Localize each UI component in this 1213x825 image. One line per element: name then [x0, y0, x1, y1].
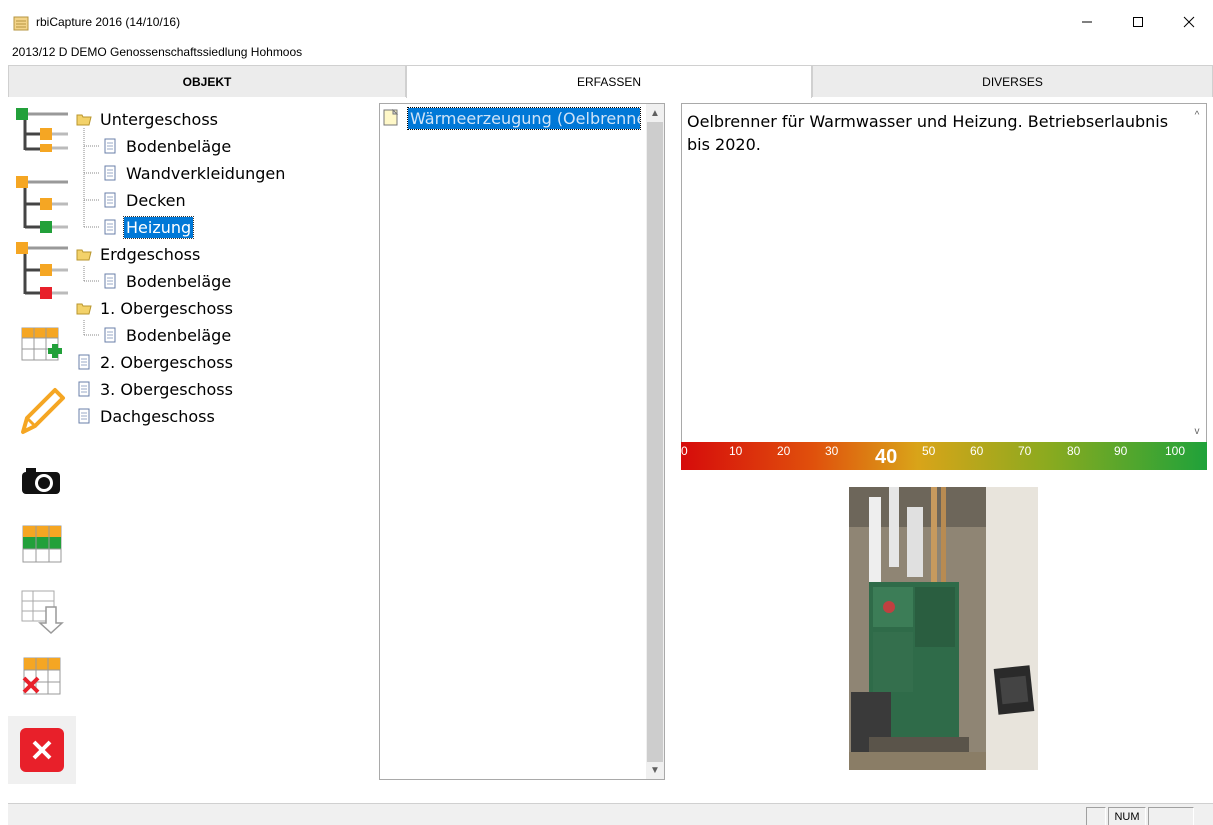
tree-item-decken[interactable]: Decken [102, 189, 188, 211]
tab-erfassen[interactable]: ERFASSEN [406, 65, 812, 98]
pencil-icon [21, 388, 65, 434]
status-indicator-scroll [1148, 807, 1194, 825]
tree-item-heizung[interactable]: Heizung [102, 215, 195, 239]
scroll-down-arrow-icon[interactable]: v [1188, 422, 1206, 440]
camera-button[interactable] [8, 460, 76, 500]
project-subtitle: 2013/12 D DEMO Genossenschaftssiedlung H… [12, 45, 303, 59]
description-textarea[interactable]: Oelbrenner für Warmwasser und Heizung. B… [681, 103, 1207, 443]
tree-item-2-obergeschoss[interactable]: 2. Obergeschoss [76, 351, 235, 373]
window-title: rbiCapture 2016 (14/10/16) [36, 15, 181, 29]
status-bar: NUM [8, 803, 1213, 825]
maximize-icon [1133, 17, 1143, 27]
tree-expand-icon [16, 108, 68, 152]
left-toolbar [8, 100, 76, 786]
scroll-thumb[interactable] [647, 122, 663, 762]
tree-item-erdgeschoss[interactable]: Erdgeschoss [76, 243, 202, 265]
maximize-button[interactable] [1115, 8, 1161, 36]
status-indicator-num: NUM [1108, 807, 1146, 825]
gauge-tick: 60 [970, 444, 984, 458]
object-tree: Untergeschoss Bodenbeläge Wandverkleidun… [76, 104, 366, 434]
description-text: Oelbrenner für Warmwasser und Heizung. B… [687, 112, 1169, 154]
tab-diverses[interactable]: DIVERSES [812, 65, 1213, 97]
document-icon [104, 219, 116, 235]
camera-icon [22, 468, 60, 494]
list-item[interactable]: Wärmeerzeugung (Oelbrenne [382, 106, 641, 130]
scroll-down-arrow-icon[interactable]: ▼ [646, 761, 664, 779]
import-icon [21, 590, 64, 635]
title-bar: rbiCapture 2016 (14/10/16) [0, 0, 1213, 44]
gauge-tick: 90 [1114, 444, 1128, 458]
folder-icon [76, 303, 92, 315]
tab-objekt[interactable]: OBJEKT [8, 65, 406, 97]
tree-item-dachgeschoss[interactable]: Dachgeschoss [76, 405, 217, 427]
boiler-photo-image [849, 487, 1038, 770]
gauge-tick: 70 [1018, 444, 1032, 458]
document-icon [104, 273, 116, 289]
main-tabs: OBJEKT ERFASSEN DIVERSES [8, 65, 1213, 98]
document-icon [104, 165, 116, 181]
gauge-tick: 50 [922, 444, 936, 458]
scroll-up-arrow-icon[interactable]: ^ [1188, 106, 1206, 124]
close-icon [1183, 16, 1195, 28]
exit-button[interactable] [8, 716, 76, 784]
document-icon [104, 138, 116, 154]
close-window-button[interactable] [1166, 8, 1212, 36]
tree-item-bodenbelaege-eg[interactable]: Bodenbeläge [102, 270, 233, 292]
tree-status-button[interactable] [8, 172, 76, 234]
gauge-tick: 20 [777, 444, 791, 458]
tree-item-bodenbelaege-ug[interactable]: Bodenbeläge [102, 135, 233, 157]
gauge-tick: 0 [681, 444, 688, 458]
component-photo[interactable] [849, 487, 1038, 770]
status-indicator-caps [1086, 807, 1106, 825]
document-icon [104, 192, 116, 208]
document-icon [78, 354, 90, 370]
import-button[interactable] [8, 588, 76, 636]
table-view-button[interactable] [8, 522, 76, 566]
document-icon [78, 381, 90, 397]
tree-alert-icon [16, 242, 68, 299]
gauge-tick: 10 [729, 444, 743, 458]
gauge-tick: 80 [1067, 444, 1081, 458]
gauge-current-value: 40 [875, 446, 898, 468]
tree-item-wandverkleidungen[interactable]: Wandverkleidungen [102, 162, 287, 184]
document-icon [104, 327, 116, 343]
document-icon [78, 408, 90, 424]
minimize-icon [1082, 21, 1092, 23]
tree-expand-button[interactable] [8, 106, 76, 152]
tree-item-1-obergeschoss[interactable]: 1. Obergeschoss [76, 297, 235, 319]
folder-icon [76, 249, 92, 261]
tree-item-untergeschoss[interactable]: Untergeschoss [76, 108, 220, 130]
component-list[interactable]: Wärmeerzeugung (Oelbrenne ▲ ▼ [379, 103, 665, 780]
gauge-tick: 30 [825, 444, 839, 458]
gauge-tick: 100 [1165, 444, 1186, 458]
edit-button[interactable] [8, 382, 76, 442]
scroll-up-arrow-icon[interactable]: ▲ [646, 104, 664, 122]
condition-gauge[interactable]: 0 10 20 30 40 50 60 70 80 90 100 [681, 442, 1207, 470]
table-icon [22, 525, 62, 563]
exit-close-icon [20, 728, 64, 772]
tree-item-bodenbelaege-1og[interactable]: Bodenbeläge [102, 324, 233, 346]
folder-icon [76, 114, 92, 126]
description-scrollbar[interactable]: ^ v [1188, 104, 1206, 442]
note-icon [383, 109, 399, 126]
minimize-button[interactable] [1064, 8, 1110, 36]
add-grid-icon [21, 327, 62, 361]
add-entry-button[interactable] [8, 322, 76, 370]
tree-status-icon [16, 176, 68, 233]
tree-item-3-obergeschoss[interactable]: 3. Obergeschoss [76, 378, 235, 400]
list-scrollbar[interactable]: ▲ ▼ [646, 104, 664, 779]
tree-alert-button[interactable] [8, 240, 76, 300]
delete-grid-icon [22, 657, 61, 695]
list-item-label: Wärmeerzeugung (Oelbrenne [407, 106, 641, 130]
delete-entry-button[interactable] [8, 654, 76, 700]
app-icon [13, 16, 29, 31]
